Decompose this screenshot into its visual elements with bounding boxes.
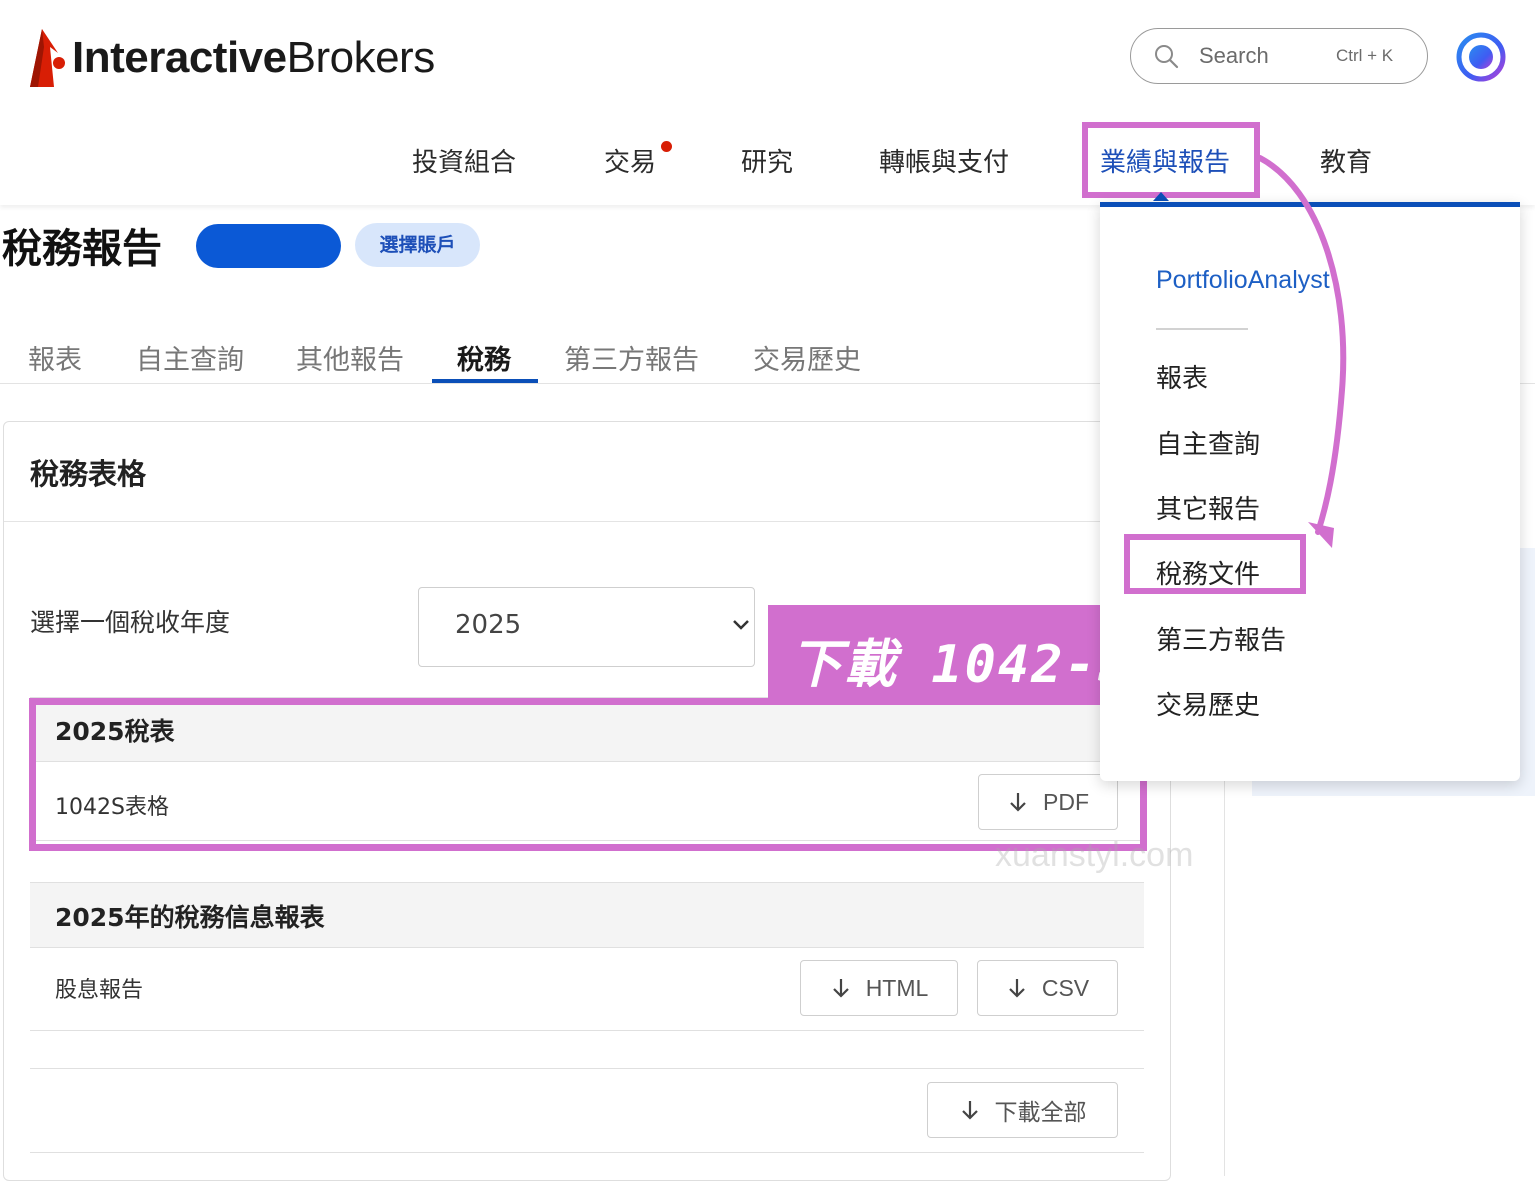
search-shortcut: Ctrl + K [1336, 46, 1394, 65]
download-all-label: 下載全部 [994, 1099, 1087, 1125]
page-title: 稅務報告 [2, 226, 162, 272]
tab-trade-history[interactable]: 交易歷史 [753, 338, 861, 377]
nav-research[interactable]: 研究 [741, 142, 793, 179]
download-arrow-icon [832, 979, 849, 998]
search-icon [1155, 45, 1179, 69]
chevron-down-icon [733, 620, 749, 630]
dividend-report-label: 股息報告 [55, 978, 144, 1003]
tab-third-party[interactable]: 第三方報告 [564, 338, 699, 377]
annotation-highlight-box [29, 698, 1147, 851]
html-label: HTML [865, 974, 929, 1001]
row-divider [30, 1068, 1144, 1069]
tax-year-label: 選擇一個稅收年度 [30, 608, 231, 637]
dropdown-item-statements[interactable]: 報表 [1156, 358, 1208, 395]
nav-portfolio[interactable]: 投資組合 [412, 142, 516, 179]
right-info-strip-bottom [1252, 780, 1535, 796]
watermark: xuanstyl.com [995, 836, 1194, 874]
dropdown-caret [1153, 192, 1169, 201]
account-pill[interactable] [196, 224, 341, 268]
tab-other-reports[interactable]: 其他報告 [296, 338, 404, 377]
tax-year-value: 2025 [455, 610, 522, 640]
dropdown-item-trade-history[interactable]: 交易歷史 [1156, 685, 1260, 722]
nav-trade[interactable]: 交易 [604, 142, 656, 179]
annotation-arrow-icon [1257, 155, 1347, 548]
assistant-icon[interactable] [1456, 32, 1506, 82]
search-placeholder: Search [1199, 43, 1269, 68]
row-divider [30, 1030, 1144, 1031]
csv-label: CSV [1041, 974, 1090, 1001]
tab-statements[interactable]: 報表 [28, 338, 82, 377]
download-csv-button[interactable]: CSV [977, 960, 1118, 1016]
notification-dot [661, 141, 672, 152]
card-divider [4, 521, 1170, 522]
ib-logo[interactable]: InteractiveBrokers [28, 18, 458, 98]
annotation-callout-text: 下載 1042-S [790, 635, 1132, 695]
brand-light: Brokers [286, 33, 436, 82]
card-title: 稅務表格 [30, 457, 147, 491]
tab-flex-queries[interactable]: 自主查詢 [136, 338, 244, 377]
row-divider [30, 1152, 1144, 1153]
section-title-tax-info: 2025年的稅務信息報表 [55, 903, 325, 932]
nav-transfer-pay[interactable]: 轉帳與支付 [879, 142, 1009, 179]
download-arrow-icon [1009, 979, 1025, 998]
ib-flame-icon [30, 29, 65, 87]
download-all-button[interactable]: 下載全部 [927, 1082, 1118, 1138]
select-account-button[interactable]: 選擇賬戶 [355, 223, 480, 267]
download-html-button[interactable]: HTML [800, 960, 958, 1016]
brand-bold: Interactive [72, 33, 287, 82]
download-arrow-icon [961, 1101, 978, 1120]
tab-tax[interactable]: 稅務 [457, 338, 511, 377]
dropdown-item-third-party[interactable]: 第三方報告 [1156, 620, 1286, 657]
search-bar[interactable]: Search Ctrl + K [1130, 28, 1428, 84]
